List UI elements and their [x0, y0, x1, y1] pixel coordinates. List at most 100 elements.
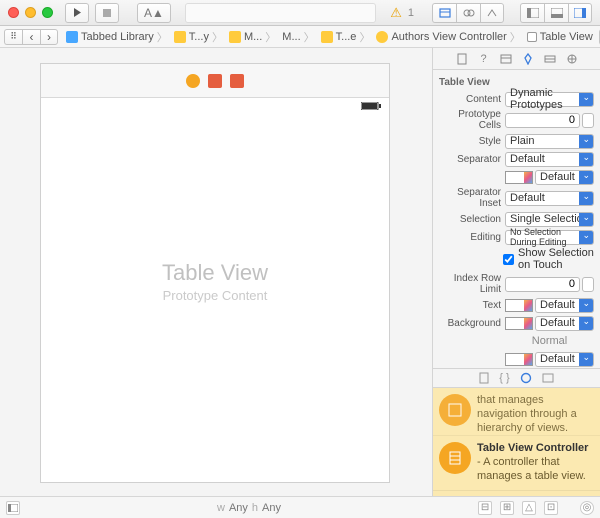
stop-button[interactable] [95, 3, 119, 23]
editor-mode-segmented [432, 3, 504, 23]
library-item[interactable]: Collection View Controller - A controlle… [433, 491, 600, 497]
tracking-color-select[interactable]: Default [535, 352, 594, 367]
run-button[interactable] [65, 3, 89, 23]
exit-icon[interactable] [230, 74, 244, 88]
panel-toggles-segmented [520, 3, 592, 23]
assistant-editor-button[interactable] [456, 3, 480, 23]
text-color-select[interactable]: Default [535, 298, 594, 313]
toggle-inspector-button[interactable] [568, 3, 592, 23]
jump-bar: ⠿ ‹ › Tabbed Library〉 T...y〉 M...〉 M...〉… [0, 26, 600, 48]
library-tab-bar: { } [433, 368, 600, 388]
library-item-text: that manages navigation through a hierar… [477, 394, 594, 435]
selection-label: Selection [439, 214, 501, 225]
attributes-inspector-tab[interactable] [520, 51, 536, 67]
version-editor-button[interactable] [480, 3, 504, 23]
placeholder-title: Table View [41, 260, 389, 286]
connections-inspector-tab[interactable] [564, 51, 580, 67]
identity-inspector-tab[interactable] [498, 51, 514, 67]
battery-icon [361, 102, 381, 110]
toggle-navigator-button[interactable] [520, 3, 544, 23]
activity-viewer [185, 3, 376, 23]
close-window-icon[interactable] [8, 7, 19, 18]
selection-select[interactable]: Single Selection [505, 212, 594, 227]
window-toolbar: A▲ ⚠ 1 [0, 0, 600, 26]
crumb-label: M... [282, 31, 300, 43]
tracking-color-well[interactable] [505, 353, 533, 366]
size-inspector-tab[interactable] [542, 51, 558, 67]
traffic-lights [8, 7, 53, 18]
content-select[interactable]: Dynamic Prototypes [505, 92, 594, 107]
library-item-text: Table View Controller - A controller tha… [477, 442, 594, 483]
viewcontroller-icon[interactable] [186, 74, 200, 88]
separator-color-well[interactable] [505, 171, 533, 184]
separator-color-select[interactable]: Default [535, 170, 594, 185]
minimize-window-icon[interactable] [25, 7, 36, 18]
crumb-viewcontroller[interactable]: Authors View Controller〉 [374, 29, 522, 45]
project-icon [66, 31, 78, 43]
media-library-tab[interactable] [542, 373, 554, 383]
file-inspector-tab[interactable] [454, 51, 470, 67]
crumb-folder[interactable]: T...y〉 [172, 29, 225, 45]
background-color-well[interactable] [505, 317, 533, 330]
style-select[interactable]: Plain [505, 134, 594, 149]
standard-editor-button[interactable] [432, 3, 456, 23]
size-class-control[interactable]: wAny hAny [217, 502, 281, 514]
crumb-label: M... [244, 31, 262, 43]
warning-icon[interactable]: ⚠ [390, 5, 402, 21]
interface-builder-canvas[interactable]: Table View Prototype Content [0, 48, 432, 496]
folder-icon [229, 31, 241, 43]
inspector-body: Table View ContentDynamic Prototypes Pro… [433, 70, 600, 368]
file-template-tab[interactable] [479, 372, 489, 384]
warning-count: 1 [408, 7, 414, 19]
table-view-scene[interactable]: Table View Prototype Content [40, 63, 390, 483]
text-label: Text [439, 300, 501, 311]
index-row-limit-stepper[interactable] [582, 277, 594, 292]
show-selection-checkbox[interactable] [503, 254, 514, 265]
prototype-cells-stepper[interactable] [582, 113, 594, 128]
editing-select[interactable]: No Selection During Editing [505, 230, 594, 245]
forward-button[interactable]: › [40, 29, 58, 45]
library-item[interactable]: that manages navigation through a hierar… [433, 388, 600, 436]
index-row-limit-field[interactable]: 0 [505, 277, 580, 292]
inspector-panel: ? Table View ContentDynamic Prototypes P… [432, 48, 600, 496]
crumb-storyboard[interactable]: T...e〉 [319, 29, 373, 45]
scheme-selector[interactable]: A▲ [137, 3, 171, 23]
crumb-folder[interactable]: M...〉 [227, 29, 278, 45]
background-color-select[interactable]: Default [535, 316, 594, 331]
related-items-button[interactable]: ⠿ [4, 29, 22, 45]
resolve-issues-button[interactable]: △ [522, 501, 536, 515]
placeholder-content: Table View Prototype Content [41, 260, 389, 303]
crumb-tableview[interactable]: Table View [525, 31, 595, 43]
text-color-well[interactable] [505, 299, 533, 312]
back-button[interactable]: ‹ [22, 29, 40, 45]
crumb-label: Authors View Controller [391, 31, 506, 43]
toggle-debug-button[interactable] [544, 3, 568, 23]
zoom-menu[interactable]: ◎ [580, 501, 594, 515]
separator-inset-select[interactable]: Default [505, 191, 594, 206]
crumb-folder[interactable]: M...〉 [280, 29, 316, 45]
resizing-button[interactable]: ⊡ [544, 501, 558, 515]
library-item[interactable]: Table View Controller - A controller tha… [433, 436, 600, 490]
align-button[interactable]: ⊟ [478, 501, 492, 515]
object-library-tab[interactable] [520, 372, 532, 384]
first-responder-icon[interactable] [208, 74, 222, 88]
editing-label: Editing [439, 232, 501, 243]
table-view-controller-icon [439, 442, 471, 474]
document-outline-toggle[interactable] [6, 501, 20, 515]
prototype-cells-field[interactable]: 0 [505, 113, 580, 128]
separator-inset-label: Separator Inset [439, 187, 501, 209]
background-normal-label: Normal [532, 335, 567, 347]
code-snippet-tab[interactable]: { } [499, 372, 509, 384]
storyboard-icon [321, 31, 333, 43]
zoom-window-icon[interactable] [42, 7, 53, 18]
canvas-bottom-bar: wAny hAny ⊟ ⊞ △ ⊡ ◎ [0, 496, 600, 518]
scene-dock[interactable] [41, 64, 389, 98]
pin-button[interactable]: ⊞ [500, 501, 514, 515]
object-library[interactable]: that manages navigation through a hierar… [433, 388, 600, 496]
folder-icon [174, 31, 186, 43]
help-inspector-tab[interactable]: ? [476, 51, 492, 67]
crumb-project[interactable]: Tabbed Library〉 [64, 29, 170, 45]
separator-label: Separator [439, 154, 501, 165]
crumb-label: T...y [189, 31, 209, 43]
separator-select[interactable]: Default [505, 152, 594, 167]
